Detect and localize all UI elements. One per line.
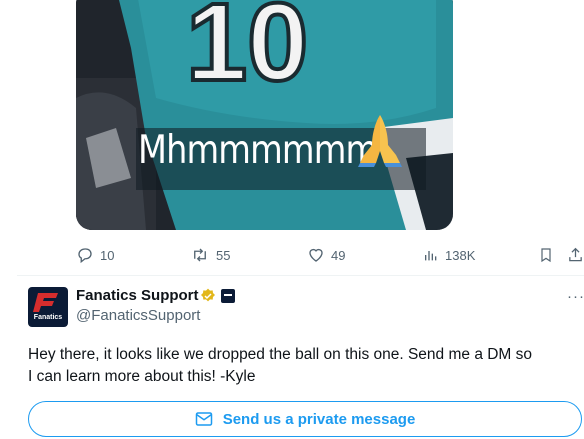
envelope-icon bbox=[195, 412, 212, 426]
bookmark-icon bbox=[541, 248, 551, 263]
reply-count: 10 bbox=[100, 247, 115, 263]
fanatics-avatar[interactable]: Fanatics bbox=[28, 287, 68, 327]
reply-action[interactable]: 10 bbox=[76, 246, 114, 264]
views-chart-icon bbox=[425, 251, 437, 261]
more-options-icon[interactable]: ··· bbox=[567, 288, 584, 305]
retweet-count: 55 bbox=[216, 247, 231, 263]
share-action[interactable] bbox=[567, 246, 584, 264]
jersey-number: 10 bbox=[186, 0, 308, 104]
folded-hands-icon bbox=[354, 111, 406, 167]
tweet-divider bbox=[17, 275, 584, 276]
reply-author-handle[interactable]: @FanaticsSupport bbox=[76, 307, 200, 324]
verified-badge-icon bbox=[200, 288, 216, 309]
like-action[interactable]: 49 bbox=[307, 246, 345, 264]
tweet-action-bar: 10 55 49 138K bbox=[0, 244, 584, 266]
retweet-icon bbox=[194, 248, 206, 262]
retweet-action[interactable]: 55 bbox=[190, 246, 230, 264]
share-icon bbox=[569, 247, 582, 262]
send-private-message-label: Send us a private message bbox=[222, 410, 416, 428]
bookmark-action[interactable] bbox=[538, 246, 554, 264]
reply-text: Hey there, it looks like we dropped the … bbox=[28, 344, 584, 388]
left-gutter bbox=[0, 0, 17, 439]
media-caption: Mhmmmmmm bbox=[138, 128, 378, 173]
fanatics-logo-icon bbox=[33, 293, 58, 312]
reply-author-name[interactable]: Fanatics Support bbox=[76, 287, 199, 304]
views-count: 138K bbox=[445, 247, 476, 263]
tweet-media-photo[interactable]: 10 Mhmmmmmm bbox=[76, 0, 453, 230]
reply-icon bbox=[78, 248, 92, 264]
avatar-wordmark: Fanatics bbox=[33, 314, 63, 321]
affiliate-badge-icon[interactable] bbox=[221, 289, 235, 303]
heart-icon bbox=[309, 248, 323, 262]
send-private-message-button[interactable]: Send us a private message bbox=[28, 401, 582, 437]
like-count: 49 bbox=[331, 247, 346, 263]
views-action[interactable]: 138K bbox=[423, 246, 475, 264]
reply-text-line-2: I can learn more about this! -Kyle bbox=[28, 368, 256, 385]
reply-text-line-1: Hey there, it looks like we dropped the … bbox=[28, 346, 533, 363]
